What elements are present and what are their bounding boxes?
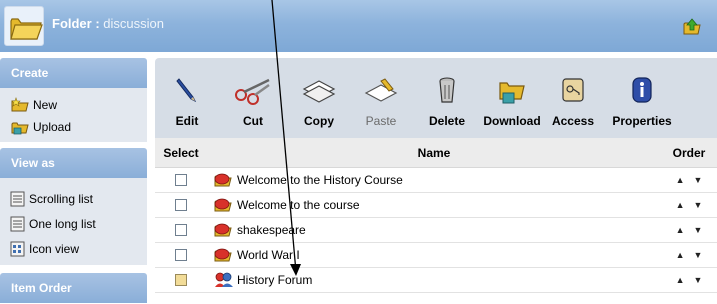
column-header-order[interactable]: Order [661, 138, 717, 167]
sidebar-section-title: Item Order [0, 273, 147, 303]
table-row: shakespeare ▲ ▼ [155, 218, 717, 243]
access-button[interactable]: Access [551, 58, 595, 138]
table-row: Welcome to the History Course ▲ ▼ [155, 168, 717, 193]
item-link[interactable]: Welcome to the course [237, 198, 360, 212]
page-title: Folder : discussion [52, 16, 164, 31]
pencil-icon [176, 78, 197, 103]
paste-icon [364, 78, 398, 102]
move-down-icon[interactable]: ▼ [694, 200, 703, 210]
properties-button[interactable]: Properties [610, 58, 674, 138]
table-row: Welcome to the course ▲ ▼ [155, 193, 717, 218]
row-checkbox[interactable] [175, 224, 187, 236]
page-header: Folder : discussion [0, 0, 717, 52]
sidebar-section-item-order: Item Order [0, 273, 147, 303]
page-title-label: Folder : [52, 16, 100, 31]
sidebar-section-view-as: View as Scrolling list One long list Ico… [0, 148, 147, 265]
toolbar: Edit Cut Copy Paste Delete Download Acce… [155, 58, 717, 138]
sidebar-section-create: Create New Upload [0, 58, 147, 142]
sidebar-item-new[interactable]: New [10, 94, 147, 116]
move-up-icon[interactable]: ▲ [676, 250, 685, 260]
move-down-icon[interactable]: ▼ [694, 250, 703, 260]
sidebar-item-label: Upload [33, 120, 72, 134]
folder-up-icon[interactable] [682, 18, 702, 36]
move-down-icon[interactable]: ▼ [694, 225, 703, 235]
move-up-icon[interactable]: ▲ [676, 175, 685, 185]
app-window: Folder : discussion Create New Upload Vi… [0, 0, 717, 304]
info-icon [632, 77, 652, 103]
discussion-icon [214, 198, 232, 212]
move-up-icon[interactable]: ▲ [676, 225, 685, 235]
item-link[interactable]: shakespeare [237, 223, 306, 237]
item-link[interactable]: Welcome to the History Course [237, 173, 403, 187]
sidebar-item-label: Scrolling list [29, 191, 94, 206]
download-button[interactable]: Download [482, 58, 542, 138]
discussion-icon [214, 173, 232, 187]
copy-icon [302, 80, 336, 103]
list-icon [10, 191, 25, 206]
move-up-icon[interactable]: ▲ [676, 275, 685, 285]
move-down-icon[interactable]: ▼ [694, 175, 703, 185]
column-header-select[interactable]: Select [155, 138, 207, 167]
access-icon [562, 78, 584, 102]
column-header-name[interactable]: Name [207, 138, 661, 167]
item-link[interactable]: History Forum [237, 273, 312, 287]
new-folder-icon [11, 97, 29, 112]
trash-icon [439, 77, 455, 103]
sidebar-item-label: Icon view [29, 241, 80, 256]
page-title-value: discussion [99, 16, 164, 31]
sidebar-item-label: One long list [29, 216, 96, 231]
scissors-icon [235, 78, 270, 105]
table-row: History Forum ▲ ▼ [155, 268, 717, 293]
sidebar-item-one-long-list[interactable]: One long list [10, 211, 147, 236]
copy-button[interactable]: Copy [301, 58, 337, 138]
discussion-icon [214, 223, 232, 237]
sidebar-section-title: View as [0, 148, 147, 178]
table-header: Select Name Order [155, 138, 717, 168]
forum-icon [215, 272, 233, 287]
cut-button[interactable]: Cut [233, 58, 273, 138]
list-icon [10, 216, 25, 231]
sidebar-section-title: Create [0, 58, 147, 88]
move-up-icon[interactable]: ▲ [676, 200, 685, 210]
sidebar-item-icon-view[interactable]: Icon view [10, 236, 147, 261]
sidebar-item-upload[interactable]: Upload [10, 116, 147, 138]
row-checkbox[interactable] [175, 174, 187, 186]
row-checkbox[interactable] [175, 249, 187, 261]
download-icon [499, 82, 525, 104]
table-row: World War I ▲ ▼ [155, 243, 717, 268]
sidebar: Create New Upload View as Scrolling list… [0, 58, 147, 304]
discussion-icon [214, 248, 232, 262]
folder-icon [4, 6, 44, 46]
icon-view-icon [10, 241, 25, 256]
delete-button[interactable]: Delete [427, 58, 467, 138]
items-table: Select Name Order Welcome to the History… [155, 138, 717, 293]
row-checkbox[interactable] [175, 199, 187, 211]
upload-icon [11, 122, 29, 135]
edit-button[interactable]: Edit [172, 58, 202, 138]
move-down-icon[interactable]: ▼ [694, 275, 703, 285]
row-checkbox[interactable] [175, 274, 187, 286]
paste-button[interactable]: Paste [363, 58, 399, 138]
item-link[interactable]: World War I [237, 248, 300, 262]
sidebar-item-scrolling-list[interactable]: Scrolling list [10, 186, 147, 211]
sidebar-item-label: New [33, 98, 58, 112]
